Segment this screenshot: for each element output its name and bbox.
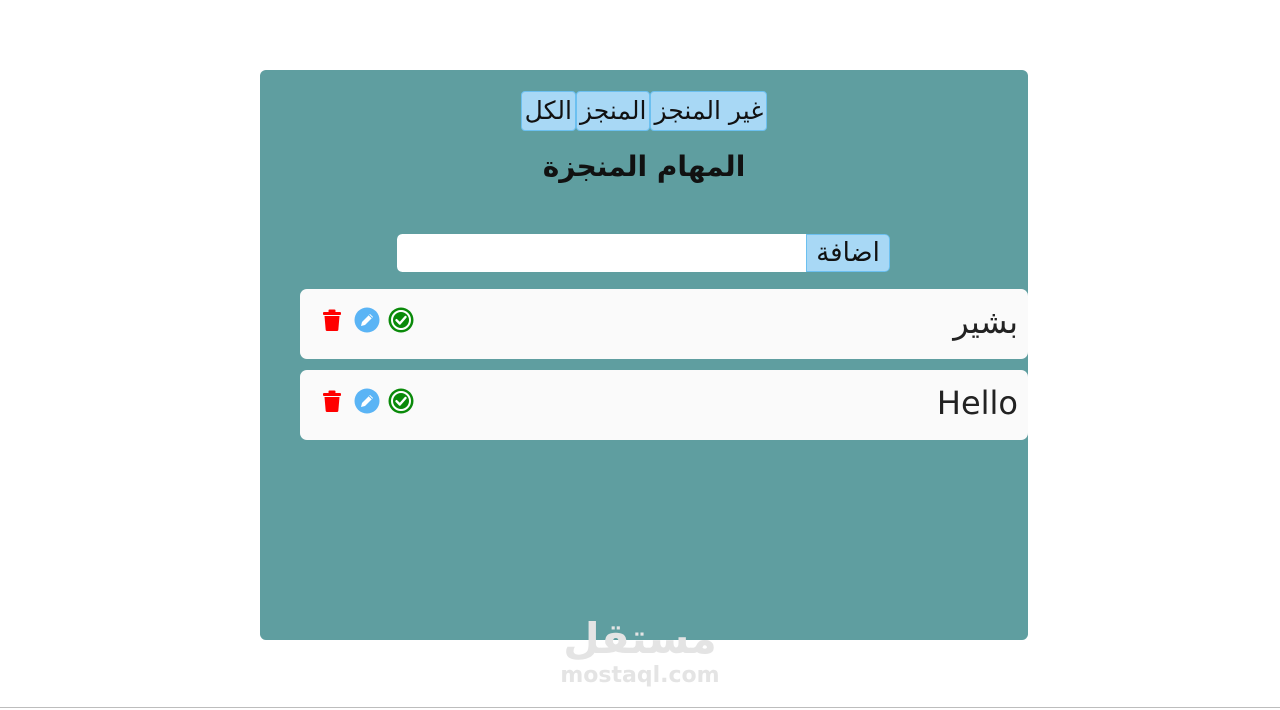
bottom-divider (0, 707, 1280, 708)
page-title: المهام المنجزة (542, 150, 746, 183)
pencil-icon[interactable] (354, 307, 380, 333)
check-circle-icon[interactable] (388, 307, 414, 333)
check-circle-icon[interactable] (388, 388, 414, 414)
filter-bar: غير المنجز المنجز الكل (260, 91, 1028, 131)
task-actions (320, 307, 414, 333)
task-text: بشير (953, 303, 1018, 341)
task-input[interactable] (397, 234, 806, 272)
watermark-arabic: مستقل (563, 614, 717, 663)
watermark-latin: mostaql.com (560, 663, 720, 688)
filter-not-done-button[interactable]: غير المنجز (650, 91, 768, 131)
trash-icon[interactable] (320, 389, 344, 413)
task-text: Hello (936, 384, 1018, 422)
add-button[interactable]: اضافة (806, 234, 890, 272)
task-item: Hello (300, 370, 1028, 440)
trash-icon[interactable] (320, 308, 344, 332)
pencil-icon[interactable] (354, 388, 380, 414)
todo-card: غير المنجز المنجز الكل المهام المنجزة اض… (260, 70, 1028, 640)
task-actions (320, 388, 414, 414)
add-task-form: اضافة (397, 234, 890, 272)
task-item: بشير (300, 289, 1028, 359)
filter-all-button[interactable]: الكل (520, 91, 576, 131)
filter-done-button[interactable]: المنجز (575, 91, 651, 131)
watermark-logo: مستقل mostaql.com (540, 615, 740, 689)
